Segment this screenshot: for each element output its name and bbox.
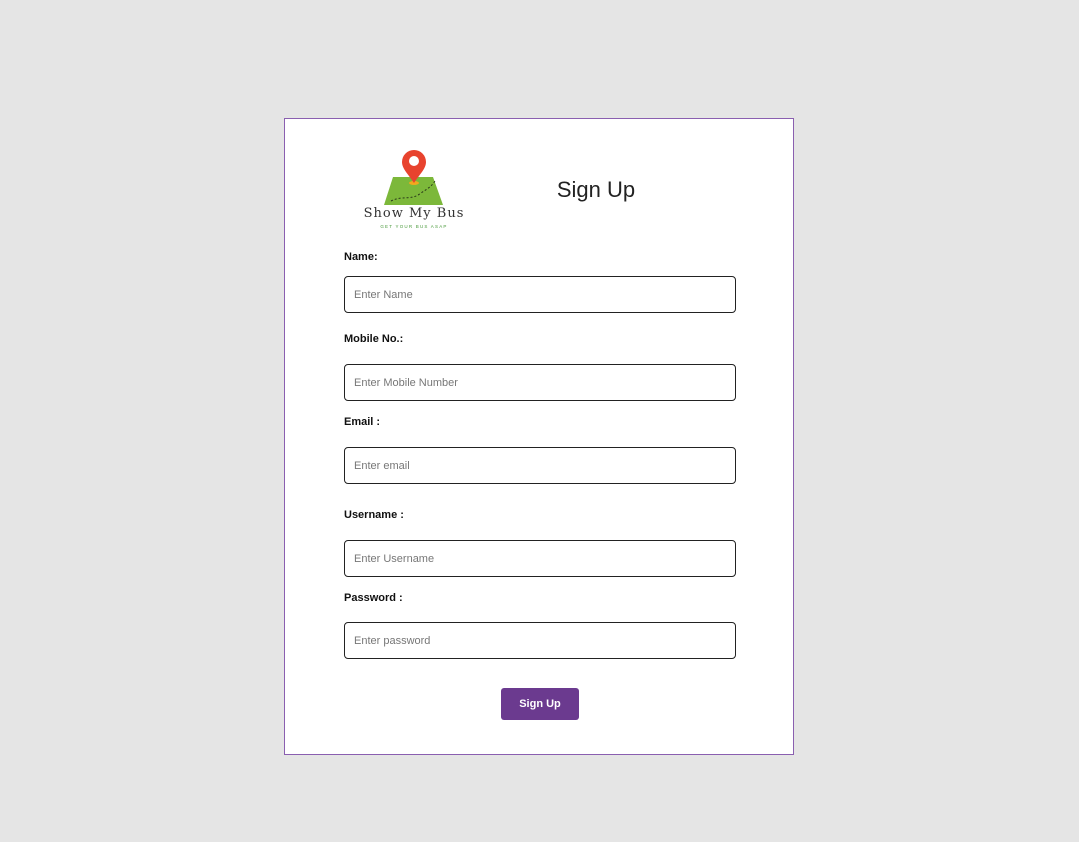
- brand-tagline: GET YOUR BUS ASAP: [380, 224, 448, 229]
- brand-name: Show My Bus: [363, 206, 465, 221]
- name-input[interactable]: [344, 276, 736, 313]
- signup-card: Show My Bus GET YOUR BUS ASAP Sign Up Na…: [284, 118, 794, 755]
- email-label: Email :: [344, 416, 381, 428]
- page-title: Sign Up: [556, 177, 636, 202]
- username-input[interactable]: [344, 540, 736, 577]
- username-label: Username :: [344, 509, 404, 521]
- show-my-bus-logo: Show My Bus GET YOUR BUS ASAP: [361, 147, 467, 233]
- name-label: Name:: [344, 251, 378, 263]
- mobile-label: Mobile No.:: [344, 333, 404, 345]
- password-label: Password :: [344, 592, 403, 604]
- password-input[interactable]: [344, 622, 736, 659]
- email-input[interactable]: [344, 447, 736, 484]
- sign-up-button[interactable]: Sign Up: [501, 688, 579, 720]
- map-pin-icon: [384, 150, 443, 205]
- mobile-input[interactable]: [344, 364, 736, 401]
